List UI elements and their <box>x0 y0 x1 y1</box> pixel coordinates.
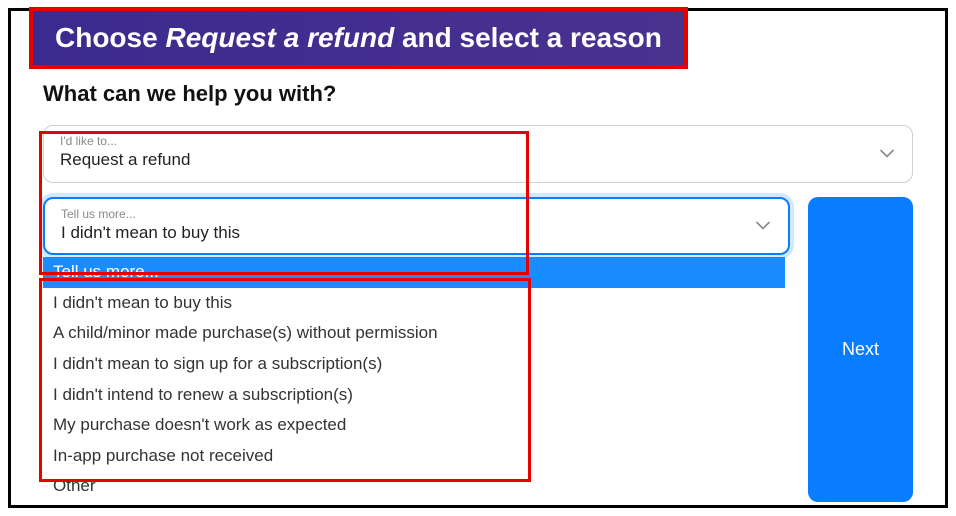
next-button[interactable]: Next <box>808 197 913 502</box>
dropdown-option[interactable]: My purchase doesn't work as expected <box>43 410 785 441</box>
dropdown-option[interactable]: I didn't mean to buy this <box>43 288 785 319</box>
reason-select-wrap: Tell us more... I didn't mean to buy thi… <box>43 197 790 502</box>
chevron-down-icon <box>880 150 894 159</box>
chevron-down-icon <box>756 222 770 231</box>
reason-dropdown-list[interactable]: Tell us more...I didn't mean to buy this… <box>43 257 785 502</box>
app-window: Choose Request a refund and select a rea… <box>8 8 948 508</box>
reason-select[interactable]: Tell us more... I didn't mean to buy thi… <box>43 197 790 255</box>
reason-select-label: Tell us more... <box>61 207 748 221</box>
action-select-label: I'd like to... <box>60 134 872 148</box>
page-heading: What can we help you with? <box>43 81 913 107</box>
reason-select-value: I didn't mean to buy this <box>61 223 240 242</box>
instruction-banner: Choose Request a refund and select a rea… <box>29 7 688 69</box>
action-select-wrap: I'd like to... Request a refund <box>43 125 913 183</box>
banner-prefix: Choose <box>55 22 165 53</box>
dropdown-option[interactable]: Tell us more... <box>43 257 785 288</box>
reason-select-row: Tell us more... I didn't mean to buy thi… <box>43 197 913 502</box>
dropdown-option[interactable]: I didn't mean to sign up for a subscript… <box>43 349 785 380</box>
banner-italic: Request a refund <box>165 22 394 53</box>
dropdown-option[interactable]: In-app purchase not received <box>43 441 785 472</box>
dropdown-option[interactable]: Other <box>43 471 785 502</box>
action-select-value: Request a refund <box>60 150 190 169</box>
action-select[interactable]: I'd like to... Request a refund <box>43 125 913 183</box>
action-select-row: I'd like to... Request a refund <box>43 125 913 183</box>
dropdown-option[interactable]: I didn't intend to renew a subscription(… <box>43 380 785 411</box>
banner-suffix: and select a reason <box>394 22 662 53</box>
dropdown-option[interactable]: A child/minor made purchase(s) without p… <box>43 318 785 349</box>
